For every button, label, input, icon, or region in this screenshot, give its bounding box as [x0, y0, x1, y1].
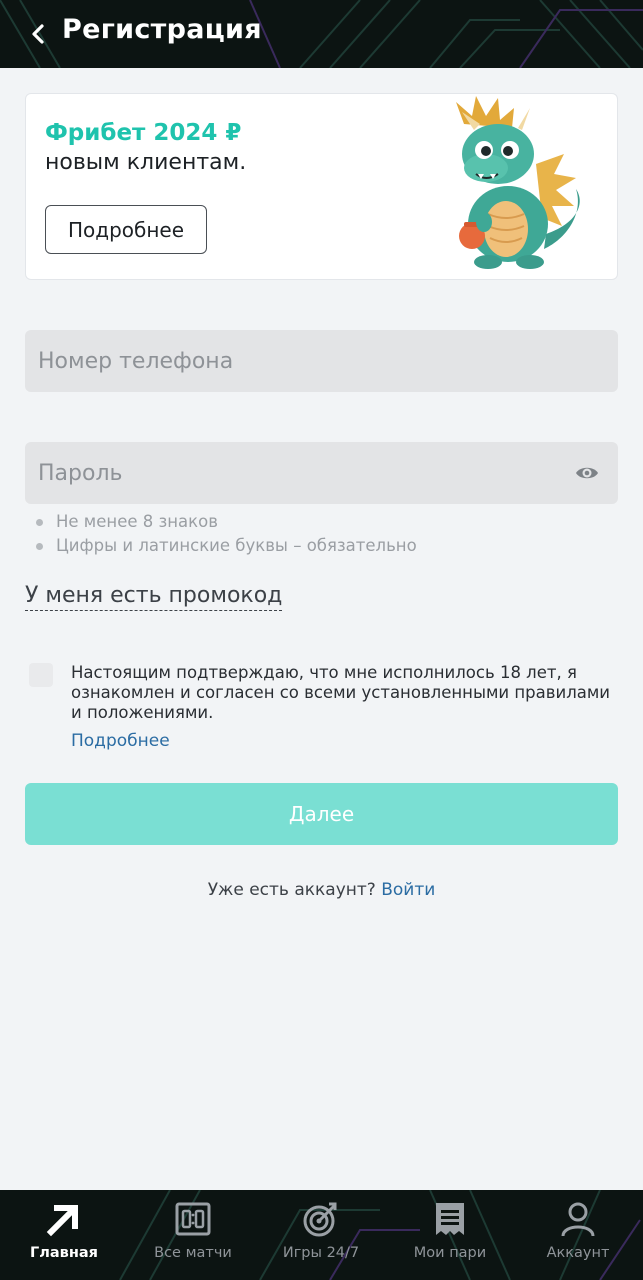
dragon-mascot-image: [456, 96, 580, 269]
login-link[interactable]: Войти: [381, 880, 435, 900]
login-prompt-row: Уже есть аккаунт? Войти: [0, 880, 643, 900]
receipt-icon: [436, 1203, 464, 1235]
next-button[interactable]: Далее: [25, 783, 618, 845]
promo-title: Фрибет 2024 ₽: [45, 120, 242, 146]
password-hint: Не менее 8 знаков: [36, 511, 417, 535]
tab-label: Мои пари: [413, 1245, 487, 1261]
consent-text: Настоящим подтверждаю, что мне исполнило…: [71, 663, 611, 722]
password-input[interactable]: [25, 442, 618, 504]
target-icon: [303, 1202, 337, 1237]
tab-all-matches[interactable]: Все матчи: [133, 1190, 253, 1280]
promo-banner: Фрибет 2024 ₽ новым клиентам. Подробнее: [25, 93, 618, 280]
promo-code-link[interactable]: У меня есть промокод: [25, 583, 283, 611]
login-prompt-text: Уже есть аккаунт?: [207, 880, 376, 900]
password-field[interactable]: [25, 442, 618, 504]
back-button[interactable]: [22, 18, 54, 50]
password-hint: Цифры и латинские буквы – обязательно: [36, 535, 417, 559]
promo-more-button[interactable]: Подробнее: [45, 205, 207, 254]
phone-field[interactable]: [25, 330, 618, 392]
tab-home[interactable]: Главная: [4, 1190, 124, 1280]
scoreboard-icon: [175, 1202, 211, 1236]
bottom-tab-bar: Главная Все матчи Игры 24/7 Мои пари Акк…: [0, 1190, 643, 1280]
arrow-up-right-icon: [46, 1205, 78, 1237]
chevron-left-icon: [32, 24, 44, 44]
tab-games[interactable]: Игры 24/7: [261, 1190, 381, 1280]
tab-label: Аккаунт: [546, 1245, 610, 1261]
page-title: Регистрация: [62, 14, 262, 45]
phone-input[interactable]: [25, 330, 618, 392]
tab-label: Главная: [30, 1245, 98, 1261]
consent-more-link[interactable]: Подробнее: [71, 731, 170, 751]
eye-icon[interactable]: [574, 461, 600, 485]
app-header: Регистрация: [0, 0, 643, 68]
consent-checkbox[interactable]: [29, 663, 53, 687]
tab-account[interactable]: Аккаунт: [518, 1190, 638, 1280]
tab-my-bets[interactable]: Мои пари: [390, 1190, 510, 1280]
password-hints: Не менее 8 знаков Цифры и латинские букв…: [36, 511, 417, 559]
tab-label: Игры 24/7: [282, 1245, 360, 1261]
promo-subtitle: новым клиентам.: [45, 150, 247, 175]
tab-label: Все матчи: [154, 1245, 232, 1261]
user-icon: [561, 1202, 595, 1237]
